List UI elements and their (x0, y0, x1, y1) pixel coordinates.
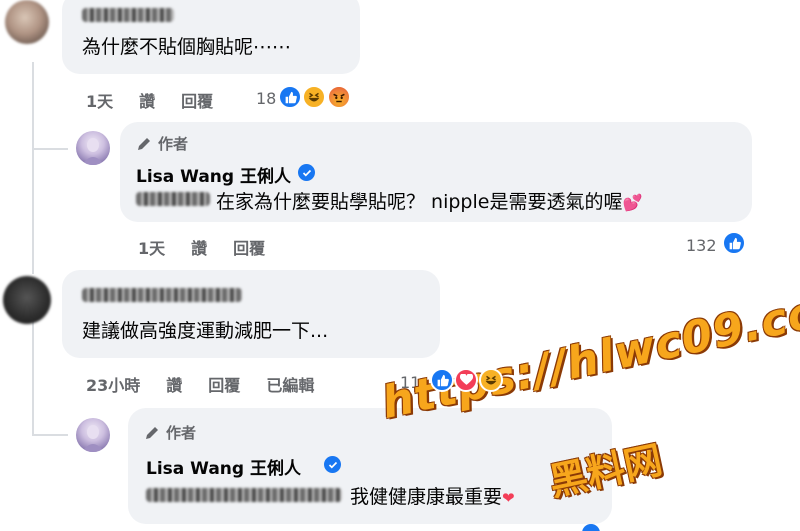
author-name[interactable]: Lisa Wang 王俐人 (146, 454, 301, 479)
like-icon[interactable] (278, 85, 302, 109)
avatar[interactable] (5, 0, 49, 44)
comment-bubble: 作者 Lisa Wang 王俐人 我健健康康最重要❤ (128, 408, 612, 524)
angry-icon[interactable] (327, 85, 351, 109)
author-tag: 作者 (166, 424, 197, 442)
comment-text-body: 在家為什麼要貼學貼呢？ nipple是需要透氣的喔 (216, 191, 623, 213)
pencil-icon (138, 137, 150, 150)
comment-time[interactable]: 1天 (138, 235, 165, 259)
comment-actions: 1天 讚 回覆 (138, 235, 291, 259)
comment-bubble: 建議做高強度運動減肥一下... (62, 270, 440, 358)
thread-line (32, 434, 68, 436)
author-badge: 作者 (136, 133, 188, 154)
blurred-mention[interactable] (136, 192, 210, 206)
blurred-username[interactable] (82, 288, 242, 302)
verified-badge-icon (324, 456, 341, 473)
reply-button[interactable]: 回覆 (181, 88, 213, 112)
like-icon[interactable] (430, 368, 454, 392)
blurred-mention[interactable] (146, 488, 342, 502)
comment-bubble: 為什麼不貼個胸貼呢⋯⋯ (62, 0, 360, 74)
haha-icon[interactable] (479, 368, 503, 392)
thread-line (32, 318, 34, 436)
reaction-count[interactable]: 18 (256, 89, 276, 108)
comment-text: 在家為什麼要貼學貼呢？ nipple是需要透氣的喔💕 (216, 187, 642, 214)
like-button[interactable]: 讚 (166, 372, 182, 396)
haha-icon[interactable] (302, 85, 326, 109)
like-button[interactable]: 讚 (191, 235, 207, 259)
pencil-icon (146, 426, 158, 439)
comment-bubble: 作者 Lisa Wang 王俐人 在家為什麼要貼學貼呢？ nipple是需要透氣… (120, 122, 752, 222)
two-hearts-icon: 💕 (622, 193, 643, 212)
reply-button[interactable]: 回覆 (208, 372, 240, 396)
author-badge: 作者 (144, 422, 196, 443)
blurred-username[interactable] (82, 8, 174, 22)
author-tag: 作者 (158, 135, 189, 153)
bottom-cutoff-icon (582, 524, 600, 531)
comment-text-body: 我健健康康最重要 (350, 486, 503, 508)
avatar[interactable] (76, 418, 110, 452)
comment-text: 我健健康康最重要❤ (350, 482, 515, 509)
comment-actions: 1天 讚 回覆 (86, 88, 239, 112)
comment-time[interactable]: 23小時 (86, 372, 140, 396)
edited-label[interactable]: 已編輯 (266, 372, 314, 396)
avatar[interactable] (3, 276, 51, 324)
comment-time[interactable]: 1天 (86, 88, 113, 112)
like-button[interactable]: 讚 (139, 88, 155, 112)
comment-actions: 23小時 讚 回覆 已編輯 (86, 372, 340, 396)
love-icon[interactable] (454, 368, 478, 392)
thread-line (32, 148, 68, 150)
heart-icon: ❤ (502, 489, 515, 507)
author-name[interactable]: Lisa Wang 王俐人 (136, 162, 291, 187)
watermark-url: https://hlwc09.com (377, 276, 800, 429)
verified-badge-icon (298, 164, 315, 181)
thread-line (32, 62, 34, 274)
reaction-count[interactable]: 132 (686, 236, 717, 255)
avatar[interactable] (76, 131, 110, 165)
like-icon[interactable] (722, 231, 746, 255)
comment-text: 為什麼不貼個胸貼呢⋯⋯ (82, 36, 292, 58)
reply-button[interactable]: 回覆 (233, 235, 265, 259)
comment-text: 建議做高強度運動減肥一下... (82, 320, 329, 342)
